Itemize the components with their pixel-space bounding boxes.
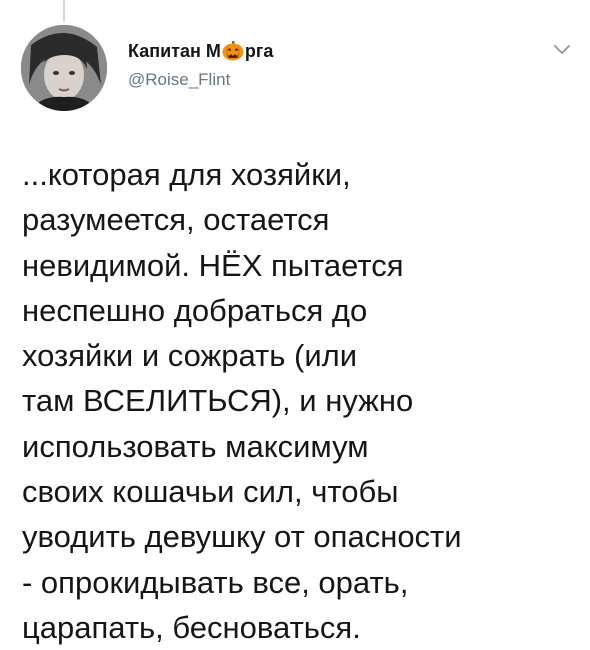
- chevron-down-icon[interactable]: [553, 44, 571, 56]
- tweet-text-line: уводить девушку от опасности: [22, 519, 462, 555]
- tweet-header: Капитан М рга @Roise_Flint: [128, 40, 273, 90]
- tweet-text-line: разумеется, остается: [22, 202, 330, 238]
- tweet-text-line: невидимой. НЁХ пытается: [22, 247, 404, 283]
- tweet-text-line: ...которая для хозяйки,: [22, 157, 351, 192]
- tweet-text-line: своих кошачьи сил, чтобы: [22, 474, 399, 510]
- avatar-photo: [21, 25, 107, 111]
- tweet-text-line: царапать, бесноваться.: [22, 609, 361, 645]
- display-name-part-1: Капитан М: [128, 41, 221, 61]
- display-name[interactable]: Капитан М рга: [128, 40, 273, 62]
- jack-o-lantern-icon: [222, 41, 244, 61]
- avatar[interactable]: [21, 25, 107, 111]
- tweet-text-line: неспешно добраться до: [22, 292, 368, 328]
- tweet-text-line: хозяйки и сожрать (или: [22, 338, 358, 374]
- tweet-text-line: - опрокидывать все, орать,: [22, 564, 409, 600]
- tweet-text-line: использовать максимум: [22, 428, 369, 464]
- tweet-text-line: там ВСЕЛИТЬСЯ), и нужно: [22, 383, 414, 419]
- display-name-part-2: рга: [244, 41, 274, 61]
- thread-connector-line: [63, 0, 65, 22]
- user-handle[interactable]: @Roise_Flint: [128, 70, 273, 90]
- tweet-text: ...которая для хозяйки, разумеется, оста…: [22, 152, 578, 650]
